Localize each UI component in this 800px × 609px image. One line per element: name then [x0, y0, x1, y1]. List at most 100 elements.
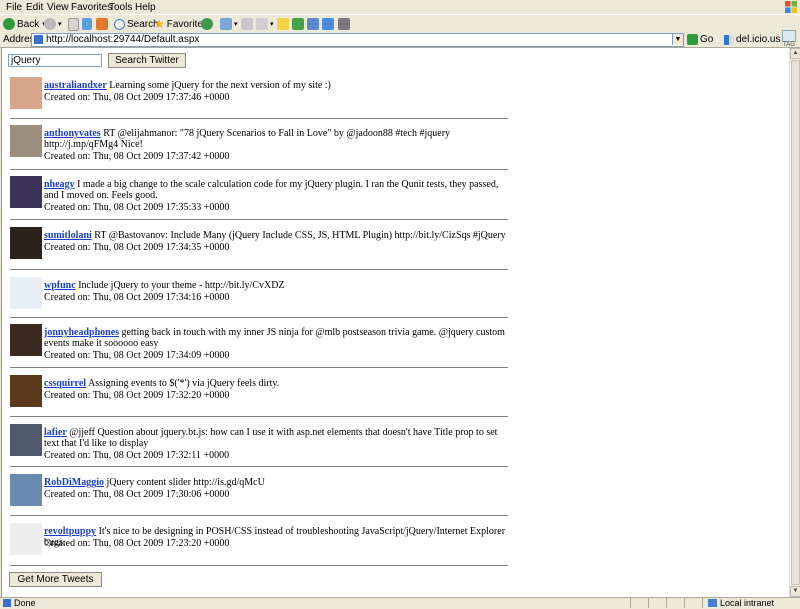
status-divider: [666, 598, 667, 608]
scrollbar-thumb[interactable]: [791, 60, 800, 585]
tweet-username[interactable]: revoltpuppy: [44, 526, 96, 537]
media-button[interactable]: [201, 17, 215, 31]
status-divider: [648, 598, 649, 608]
page-icon: [34, 35, 43, 44]
tweet-text: Include jQuery to your theme - http://bi…: [78, 280, 285, 291]
search-icon: [114, 18, 125, 30]
search-twitter-button[interactable]: Search Twitter: [108, 53, 186, 68]
tweet-username[interactable]: nheagy: [44, 179, 75, 190]
separator: [10, 219, 508, 220]
avatar: [10, 324, 42, 356]
tweet-text: RT @Bastovanov: Include Many (jQuery Inc…: [94, 230, 506, 241]
tweet-username[interactable]: australiandxer: [44, 80, 107, 91]
avatar: [10, 277, 42, 309]
messenger-icon: [307, 18, 319, 30]
tweet-text: RT @elijahmanor: "78 jQuery Scenarios to…: [44, 128, 451, 150]
menu-favorites[interactable]: Favorites: [71, 2, 112, 13]
tweet-item: revoltpuppy It's nice to be designing in…: [10, 523, 508, 558]
separator: [10, 416, 508, 417]
tweet-created: Created on: Thu, 08 Oct 2009 17:34:09 +0…: [44, 350, 230, 361]
tweet-text: Learning some jQuery for the next versio…: [109, 80, 331, 91]
tweet-username[interactable]: wpfunc: [44, 280, 76, 291]
stop-button[interactable]: [68, 17, 81, 31]
favorites-button[interactable]: ★ Favorites: [154, 17, 208, 31]
tweet-item: sumitlolani RT @Bastovanov: Include Many…: [10, 227, 508, 262]
mail-button[interactable]: [241, 17, 255, 31]
stop-icon: [68, 17, 79, 31]
avatar: [10, 176, 42, 208]
tweet-username[interactable]: RobDiMaggio: [44, 477, 104, 488]
separator: [10, 118, 508, 119]
avatar: [10, 375, 42, 407]
tweet-created: Created on: Thu, 08 Oct 2009 17:30:06 +0…: [44, 489, 230, 500]
tweet-username[interactable]: lafier: [44, 427, 67, 438]
tweet-item: wpfunc Include jQuery to your theme - ht…: [10, 277, 508, 312]
tweet-username[interactable]: anthonyvates: [44, 128, 101, 139]
avatar: [10, 125, 42, 157]
discuss-icon: [292, 18, 304, 30]
menu-view[interactable]: View: [47, 2, 69, 13]
tweet-username[interactable]: jonnyheadphones: [44, 327, 119, 338]
scroll-down-arrow-icon[interactable]: ▼: [790, 586, 800, 597]
refresh-button[interactable]: [82, 17, 94, 31]
tweet-text: Assigning events to $('*') via jQuery fe…: [88, 378, 280, 389]
go-button[interactable]: Go: [687, 34, 713, 45]
mail-icon: [241, 18, 253, 30]
page-done-icon: [3, 599, 11, 607]
tweet-item: RobDiMaggio jQuery content slider http:/…: [10, 474, 508, 509]
search-input[interactable]: [8, 54, 102, 67]
tag-button[interactable]: TAG: [781, 30, 797, 48]
address-input[interactable]: http://localhost:29744/Default.aspx: [31, 33, 684, 47]
tweet-created: Created on: Thu, 08 Oct 2009 17:37:42 +0…: [44, 151, 230, 162]
tweet-created: Created on: Thu, 08 Oct 2009 17:35:33 +0…: [44, 202, 230, 213]
menu-edit[interactable]: Edit: [26, 2, 43, 13]
back-button[interactable]: Back▾: [3, 17, 46, 31]
tweet-username[interactable]: cssquirrel: [44, 378, 86, 389]
search-button[interactable]: Search: [114, 17, 159, 31]
tweet-item: nheagy I made a big change to the scale …: [10, 176, 508, 213]
status-bar: Done Local intranet: [0, 597, 800, 609]
zone-label: Local intranet: [720, 598, 775, 608]
discuss-button[interactable]: [292, 17, 306, 31]
edit-button[interactable]: [277, 17, 291, 31]
avatar: [10, 227, 42, 259]
address-url: http://localhost:29744/Default.aspx: [46, 34, 200, 45]
address-bar: Address http://localhost:29744/Default.a…: [0, 33, 800, 48]
home-icon: [96, 18, 108, 30]
calculator-button[interactable]: [338, 17, 352, 31]
get-more-tweets-button[interactable]: Get More Tweets: [9, 572, 102, 587]
tweet-created: Created on: Thu, 08 Oct 2009 17:23:20 +0…: [44, 538, 230, 549]
tweet-created: Created on: Thu, 08 Oct 2009 17:37:46 +0…: [44, 92, 230, 103]
home-button[interactable]: [96, 17, 110, 31]
research-button[interactable]: [322, 17, 336, 31]
separator: [10, 565, 508, 566]
vertical-scrollbar[interactable]: ▲ ▼: [789, 48, 800, 597]
delicious-button[interactable]: del.icio.us▾: [724, 34, 786, 45]
menu-help[interactable]: Help: [135, 2, 156, 13]
windows-logo-icon: [785, 1, 797, 13]
media-icon: [201, 18, 213, 30]
menu-bar: File Edit View Favorites Tools Help: [0, 0, 800, 14]
messenger-button[interactable]: [307, 17, 321, 31]
tweet-username[interactable]: sumitlolani: [44, 230, 92, 241]
tweet-item: australiandxer Learning some jQuery for …: [10, 77, 508, 112]
print-button[interactable]: ▾: [256, 17, 274, 31]
history-button[interactable]: ▾: [220, 17, 238, 31]
research-icon: [322, 18, 334, 30]
forward-button[interactable]: ▾: [44, 17, 62, 31]
status-text: Done: [14, 598, 36, 608]
intranet-zone-icon: [708, 599, 717, 607]
scroll-up-arrow-icon[interactable]: ▲: [790, 48, 800, 59]
menu-tools[interactable]: Tools: [109, 2, 132, 13]
status-divider: [684, 598, 685, 608]
tag-icon: [782, 30, 796, 42]
address-dropdown-button[interactable]: ▼: [672, 34, 683, 45]
avatar: [10, 77, 42, 109]
tweet-created: Created on: Thu, 08 Oct 2009 17:34:16 +0…: [44, 292, 230, 303]
go-arrow-icon: [687, 34, 698, 45]
menu-file[interactable]: File: [6, 2, 22, 13]
back-arrow-icon: [3, 18, 15, 30]
edit-icon: [277, 18, 289, 30]
tweet-created: Created on: Thu, 08 Oct 2009 17:32:11 +0…: [44, 450, 230, 461]
tweet-item: anthonyvates RT @elijahmanor: "78 jQuery…: [10, 125, 508, 162]
